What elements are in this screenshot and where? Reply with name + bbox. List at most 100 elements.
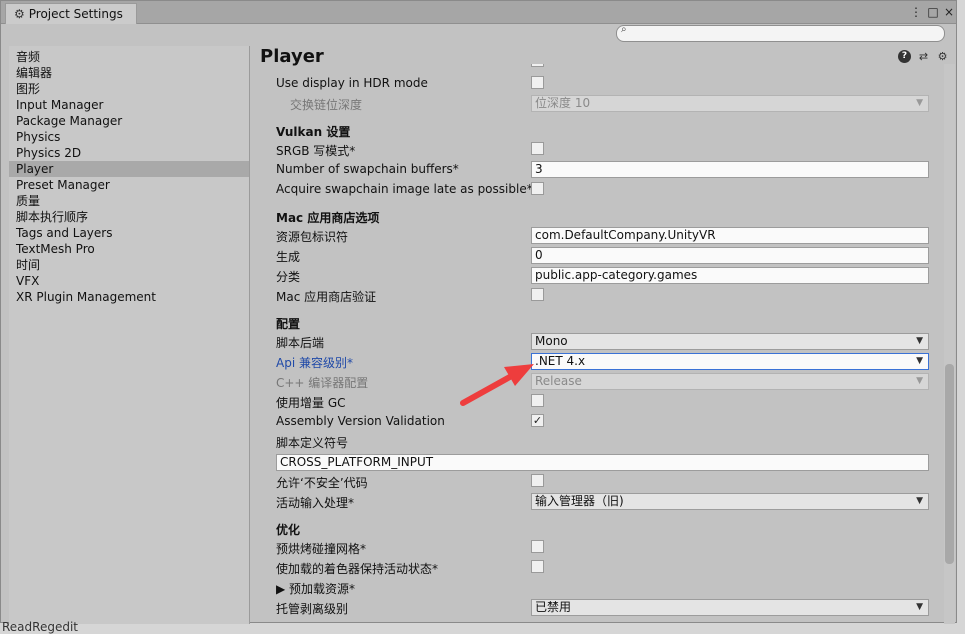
row-acquire-swapchain: Acquire swapchain image late as possible…: [276, 180, 936, 200]
build-label: 生成: [276, 250, 301, 264]
row-assembly-validation: Assembly Version Validation ✓: [276, 412, 936, 432]
srgb-checkbox[interactable]: [531, 142, 544, 155]
swapchain-depth-dropdown[interactable]: 位深度 10 ▼: [531, 95, 929, 112]
chevron-down-icon: ▼: [916, 602, 923, 612]
sidebar-item-input-manager[interactable]: Input Manager: [9, 97, 249, 113]
row-incremental-gc: 使用增量 GC: [276, 392, 936, 412]
incremental-gc-checkbox[interactable]: [531, 394, 544, 407]
swapchain-buffers-field[interactable]: 3: [531, 161, 929, 178]
mac-validation-checkbox[interactable]: [531, 288, 544, 301]
sidebar-item-preset-manager[interactable]: Preset Manager: [9, 177, 249, 193]
search-input[interactable]: ⌕: [616, 24, 945, 42]
bundle-id-field[interactable]: com.DefaultCompany.UnityVR: [531, 227, 929, 244]
stripping-level-dropdown[interactable]: 已禁用 ▼: [531, 599, 929, 616]
search-icon: ⌕: [621, 24, 627, 35]
row-scripting-backend: 脚本后端 Mono ▼: [276, 332, 936, 352]
api-compat-label: Api 兼容级别*: [276, 356, 353, 370]
keep-shaders-checkbox[interactable]: [531, 560, 544, 573]
cpp-compiler-dropdown[interactable]: Release ▼: [531, 373, 929, 390]
chevron-down-icon: ▼: [916, 376, 923, 386]
prebake-collision-checkbox[interactable]: [531, 540, 544, 553]
api-compat-dropdown[interactable]: .NET 4.x ▼: [531, 353, 929, 370]
sidebar-item-player[interactable]: Player: [9, 161, 249, 177]
vertical-scrollbar[interactable]: [944, 64, 955, 624]
category-field[interactable]: public.app-category.games: [531, 267, 929, 284]
scripting-backend-label: 脚本后端: [276, 336, 325, 350]
mac-validation-label: Mac 应用商店验证: [276, 290, 377, 304]
row-mac-validation: Mac 应用商店验证: [276, 286, 936, 306]
sidebar-item-physics[interactable]: Physics: [9, 129, 249, 145]
project-settings-window: ⚙ Project Settings ⋮ □ × ⌕ 音频 编辑器 图形 Inp…: [0, 0, 957, 624]
preset-icon[interactable]: ⇄: [917, 50, 930, 63]
api-compat-value: .NET 4.x: [535, 354, 586, 368]
hdr-display-label: Use display in HDR mode: [276, 76, 428, 90]
sidebar-item-time[interactable]: 时间: [9, 257, 249, 273]
sidebar-item-quality[interactable]: 质量: [9, 193, 249, 209]
chevron-down-icon: ▼: [916, 496, 923, 506]
sidebar-item-vfx[interactable]: VFX: [9, 273, 249, 289]
acquire-swapchain-label: Acquire swapchain image late as possible…: [276, 182, 533, 196]
input-handling-dropdown[interactable]: 输入管理器（旧) ▼: [531, 493, 929, 510]
unsafe-code-checkbox[interactable]: [531, 474, 544, 487]
input-handling-value: 输入管理器（旧): [535, 494, 624, 508]
swapchain-buffers-label: Number of swapchain buffers*: [276, 162, 459, 176]
sidebar-item-graphics[interactable]: 图形: [9, 81, 249, 97]
sidebar-item-editor[interactable]: 编辑器: [9, 65, 249, 81]
page-title: Player: [260, 46, 324, 67]
scripting-backend-value: Mono: [535, 334, 568, 348]
hdr-display-checkbox[interactable]: [531, 76, 544, 89]
row-srgb: SRGB 写模式*: [276, 140, 936, 160]
vulkan-section-heading: Vulkan 设置: [276, 125, 351, 139]
sidebar-item-textmesh-pro[interactable]: TextMesh Pro: [9, 241, 249, 257]
define-symbols-field[interactable]: CROSS_PLATFORM_INPUT: [276, 454, 929, 471]
maximize-button[interactable]: □: [925, 4, 941, 20]
row-keep-shaders: 使加载的着色器保持活动状态*: [276, 558, 936, 578]
window-title: Project Settings: [28, 7, 123, 21]
search-row: ⌕: [1, 23, 956, 45]
window-tab[interactable]: ⚙ Project Settings: [5, 3, 137, 24]
sidebar-item-tags-and-layers[interactable]: Tags and Layers: [9, 225, 249, 241]
sidebar-item-physics-2d[interactable]: Physics 2D: [9, 145, 249, 161]
row-bundle-id: 资源包标识符 com.DefaultCompany.UnityVR: [276, 226, 936, 246]
row-unsafe-code: 允许‘不安全’代码: [276, 472, 936, 492]
configuration-section-heading: 配置: [276, 317, 301, 331]
settings-icon[interactable]: ⚙: [936, 50, 949, 63]
category-label: 分类: [276, 270, 301, 284]
preloaded-assets-foldout[interactable]: ▶ 预加载资源*: [276, 580, 355, 597]
close-button[interactable]: ×: [941, 4, 957, 20]
background-text: ReadRegedit: [2, 620, 78, 634]
settings-sidebar: 音频 编辑器 图形 Input Manager Package Manager …: [9, 46, 250, 624]
cpp-compiler-label: C++ 编译器配置: [276, 376, 369, 390]
scripting-backend-dropdown[interactable]: Mono ▼: [531, 333, 929, 350]
swapchain-depth-value: 位深度 10: [535, 96, 591, 110]
acquire-swapchain-checkbox[interactable]: [531, 182, 544, 195]
row-input-handling: 活动输入处理* 输入管理器（旧) ▼: [276, 492, 936, 512]
sidebar-item-package-manager[interactable]: Package Manager: [9, 113, 249, 129]
stripping-level-label: 托管剥离级别: [276, 602, 349, 616]
sidebar-item-audio[interactable]: 音频: [9, 49, 249, 65]
row-swapchain-depth: 交换链位深度 位深度 10 ▼: [276, 94, 936, 114]
chevron-down-icon: ▼: [916, 356, 923, 366]
settings-scroll-area[interactable]: Use display in HDR mode 交换链位深度 位深度 10 ▼ …: [250, 46, 957, 624]
scrollbar-thumb[interactable]: [945, 364, 954, 564]
assembly-validation-checkbox[interactable]: ✓: [531, 414, 544, 427]
row-api-compat: Api 兼容级别* .NET 4.x ▼: [276, 352, 936, 372]
row-stripping-level: 托管剥离级别 已禁用 ▼: [276, 598, 936, 618]
srgb-label: SRGB 写模式*: [276, 144, 356, 158]
stripping-level-value: 已禁用: [535, 600, 572, 614]
help-icon[interactable]: ?: [898, 50, 911, 63]
input-handling-label: 活动输入处理*: [276, 496, 355, 510]
incremental-gc-label: 使用增量 GC: [276, 396, 346, 410]
bundle-id-label: 资源包标识符: [276, 230, 349, 244]
more-menu-icon[interactable]: ⋮: [908, 4, 924, 20]
sidebar-item-script-execution-order[interactable]: 脚本执行顺序: [9, 209, 249, 225]
row-cpp-compiler: C++ 编译器配置 Release ▼: [276, 372, 936, 392]
row-prebake-collision: 预烘烤碰撞网格*: [276, 538, 936, 558]
row-category: 分类 public.app-category.games: [276, 266, 936, 286]
header-icons: ? ⇄ ⚙: [898, 50, 949, 63]
build-field[interactable]: 0: [531, 247, 929, 264]
define-symbols-label: 脚本定义符号: [276, 436, 349, 450]
row-preloaded-assets[interactable]: ▶ 预加载资源*: [276, 578, 936, 598]
sidebar-item-xr-plugin-management[interactable]: XR Plugin Management: [9, 289, 249, 305]
unsafe-code-label: 允许‘不安全’代码: [276, 476, 368, 490]
